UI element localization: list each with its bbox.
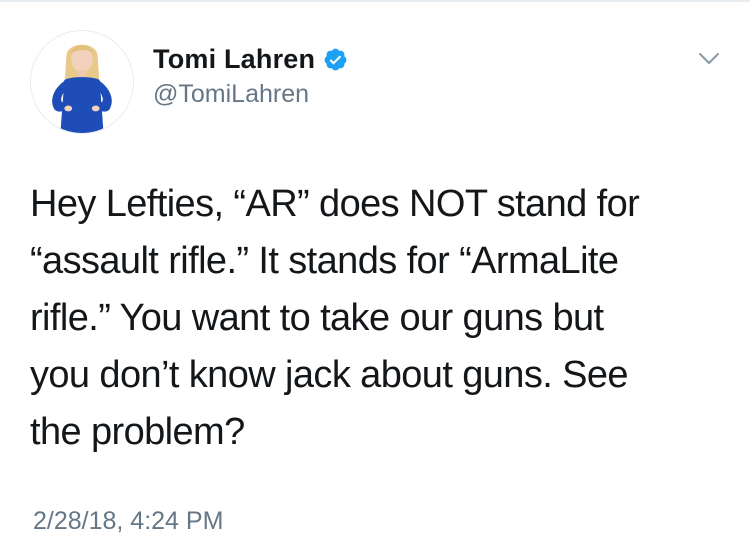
avatar[interactable]: [30, 30, 134, 134]
tweet-timestamp[interactable]: 2/28/18, 4:24 PM: [33, 507, 223, 536]
top-divider: [0, 0, 750, 2]
avatar-image: [31, 31, 133, 133]
chevron-down-icon[interactable]: [697, 50, 721, 68]
author-display-name[interactable]: Tomi Lahren: [153, 44, 315, 75]
verified-badge-icon: [323, 47, 348, 72]
author-name-row: Tomi Lahren: [153, 42, 348, 76]
tweet-text: Hey Lefties, “AR” does NOT stand for “as…: [30, 183, 640, 453]
author-handle[interactable]: @TomiLahren: [153, 80, 309, 109]
